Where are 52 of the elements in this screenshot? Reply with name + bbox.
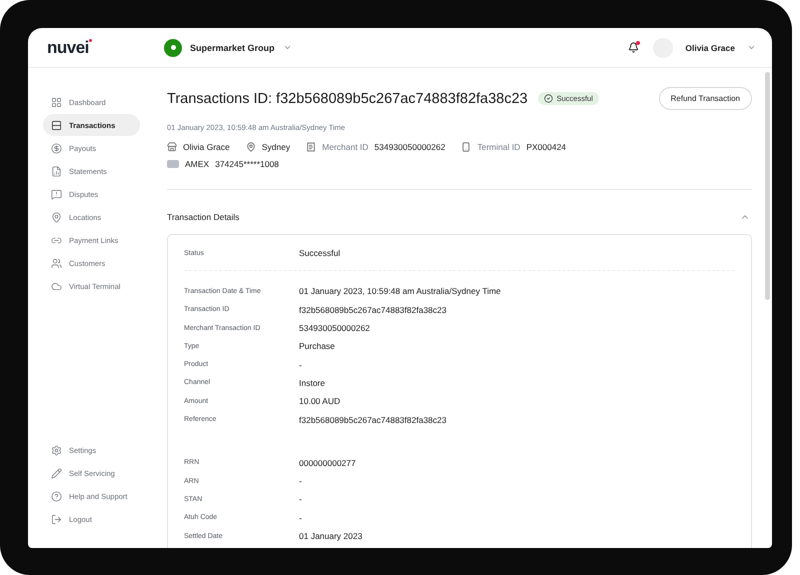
customer-name: Olivia Grace [183, 142, 230, 152]
section-title: Transaction Details [167, 212, 240, 222]
detail-value: - [299, 476, 302, 486]
detail-value: f32b568089b5c267ac74883f82fa38c23 [299, 414, 446, 425]
organization-selector[interactable]: Supermarket Group [164, 38, 292, 56]
detail-value: 01 January 2023, 10:59:48 am Australia/Sydney Time [299, 286, 501, 296]
card-brand: AMEX [185, 159, 210, 169]
detail-value: - [299, 360, 302, 370]
organization-icon [164, 38, 182, 56]
merchant-id-label: Merchant ID [322, 142, 368, 152]
message-alert-icon [51, 188, 62, 200]
logout-icon [51, 514, 62, 524]
detail-value: Successful [299, 248, 340, 258]
terminal-id-label: Terminal ID [477, 142, 520, 152]
help-icon [51, 490, 62, 502]
cloud-icon [51, 280, 62, 292]
detail-value: 01 January 2023 [299, 531, 362, 541]
detail-value: Instore [299, 378, 325, 388]
detail-value: - [299, 512, 302, 523]
card-number: 374245*****1008 [215, 159, 279, 169]
settings-icon [51, 444, 62, 456]
chevron-down-icon [747, 43, 756, 52]
user-menu[interactable]: Olivia Grace [685, 42, 756, 52]
logo-dot-icon [89, 38, 92, 42]
store-icon [167, 142, 177, 152]
detail-value: 534930050000262 [299, 323, 370, 334]
detail-value: 000000000277 [299, 458, 356, 468]
location: Sydney [262, 142, 290, 152]
users-icon [51, 258, 62, 268]
card-icon [167, 160, 179, 168]
page-title: Transactions ID: f32b568089b5c267ac74883f82fa38c23 [167, 90, 528, 106]
detail-value: - [299, 494, 302, 504]
terminal-id: PX000424 [526, 142, 566, 152]
receipt-icon [306, 142, 316, 152]
rows-icon [51, 120, 62, 130]
grid-icon [51, 96, 62, 108]
merchant-id: 534930050000262 [374, 142, 446, 152]
detail-value: 10.00 AUD [299, 396, 340, 406]
check-circle-icon [544, 94, 553, 103]
pencil-icon [51, 468, 62, 478]
chart-file-icon [51, 166, 62, 176]
logo: nuvei [47, 38, 89, 58]
detail-value: Purchase [299, 341, 335, 352]
refund-button[interactable]: Refund Transaction [658, 87, 752, 110]
map-pin-icon [246, 142, 256, 152]
map-pin-icon [51, 212, 62, 222]
scrollbar[interactable] [765, 72, 770, 300]
detail-value: f32b568089b5c267ac74883f82fa38c23 [299, 304, 446, 315]
phone-icon [461, 142, 472, 152]
dollar-icon [51, 142, 62, 154]
notification-bell-icon[interactable] [628, 42, 640, 53]
chevron-down-icon [282, 43, 292, 52]
